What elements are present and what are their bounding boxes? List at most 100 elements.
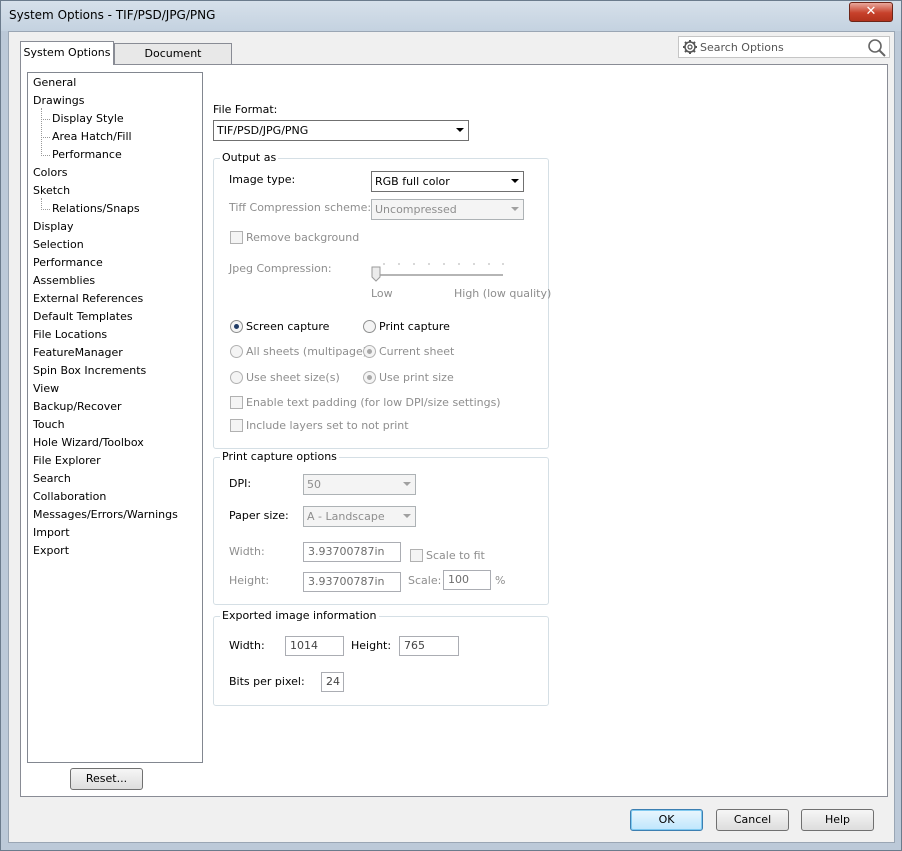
title-bar[interactable]: System Options - TIF/PSD/JPG/PNG ✕ [1,1,901,31]
bits-per-pixel-label: Bits per pixel: [229,675,305,688]
output-as-title: Output as [220,151,279,165]
tree-item-performance[interactable]: Performance [33,255,103,271]
export-width-field: 1014 [285,636,344,656]
exported-info-title: Exported image information [220,609,379,623]
tab-system-options[interactable]: System Options [20,41,114,65]
print-capture-radio[interactable] [363,320,376,333]
current-sheet-radio[interactable] [363,345,376,358]
chevron-down-icon [403,514,411,518]
tree-item-assemblies[interactable]: Assemblies [33,273,95,289]
chevron-down-icon [456,128,464,132]
search-input[interactable]: Search Options [700,41,784,54]
percent-label: % [495,574,506,587]
paper-size-value: A - Landscape [307,510,385,523]
include-layers-checkbox[interactable] [230,419,243,432]
text-padding-label: Enable text padding (for low DPI/size se… [246,396,501,409]
tree-item-import[interactable]: Import [33,525,70,541]
image-type-label: Image type: [229,173,296,186]
jpeg-high-label: High (low quality) [454,287,552,300]
text-padding-checkbox[interactable] [230,396,243,409]
remove-background-label: Remove background [246,231,360,244]
scale-to-fit-checkbox[interactable] [410,549,423,562]
scale-label: Scale: [408,574,442,587]
options-tree[interactable]: General Drawings Display Style Area Hatc… [27,72,203,763]
scale-field[interactable]: 100 [443,570,491,590]
include-layers-label: Include layers set to not print [246,419,409,432]
chevron-down-icon [511,207,519,211]
use-sheet-size-label: Use sheet size(s) [246,371,340,384]
print-height-field[interactable]: 3.93700787in [303,572,401,592]
close-button[interactable]: ✕ [849,2,893,22]
tree-item-selection[interactable]: Selection [33,237,84,253]
chevron-down-icon [403,482,411,486]
tree-item-collaboration[interactable]: Collaboration [33,489,106,505]
tree-item-search[interactable]: Search [33,471,71,487]
use-print-size-radio[interactable] [363,371,376,384]
tree-item-external-references[interactable]: External References [33,291,143,307]
tree-item-display-style[interactable]: Display Style [52,111,124,127]
file-format-select[interactable]: TIF/PSD/JPG/PNG [213,120,469,141]
tree-item-general[interactable]: General [33,75,76,91]
export-height-field: 765 [399,636,459,656]
dialog-client: System Options Document Properties Searc… [8,31,895,843]
tree-item-drawings-performance[interactable]: Performance [52,147,122,163]
tree-item-relations-snaps[interactable]: Relations/Snaps [52,201,140,217]
print-capture-label: Print capture [379,320,450,333]
jpeg-compression-slider[interactable] [369,255,509,283]
tree-item-sketch[interactable]: Sketch [33,183,70,199]
screen-capture-radio[interactable] [230,320,243,333]
file-format-value: TIF/PSD/JPG/PNG [217,124,309,137]
use-sheet-size-radio[interactable] [230,371,243,384]
all-sheets-radio[interactable] [230,345,243,358]
search-options-box[interactable]: Search Options [678,36,890,58]
tree-line [41,108,42,156]
tiff-compression-value: Uncompressed [375,203,457,216]
tree-item-default-templates[interactable]: Default Templates [33,309,133,325]
exported-info-group: Exported image information [213,609,549,706]
search-icon[interactable] [867,38,887,58]
remove-background-checkbox[interactable] [230,231,243,244]
print-capture-title: Print capture options [220,450,339,464]
help-button[interactable]: Help [801,809,874,831]
dpi-select[interactable]: 50 [303,474,416,495]
dpi-label: DPI: [229,477,252,490]
all-sheets-label: All sheets (multipage) [246,345,368,358]
tree-item-drawings[interactable]: Drawings [33,93,84,109]
tree-item-spin-box-increments[interactable]: Spin Box Increments [33,363,146,379]
tree-line [41,119,50,120]
reset-button[interactable]: Reset... [70,768,143,790]
tree-item-featuremanager[interactable]: FeatureManager [33,345,123,361]
tiff-compression-select[interactable]: Uncompressed [371,199,524,220]
image-type-value: RGB full color [375,175,450,188]
current-sheet-label: Current sheet [379,345,455,358]
tree-item-hole-wizard-toolbox[interactable]: Hole Wizard/Toolbox [33,435,144,451]
chevron-down-icon [511,179,519,183]
tree-item-display[interactable]: Display [33,219,74,235]
print-width-field[interactable]: 3.93700787in [303,542,401,562]
tree-item-backup-recover[interactable]: Backup/Recover [33,399,122,415]
jpeg-compression-label: Jpeg Compression: [229,262,332,275]
tiff-compression-label: Tiff Compression scheme: [229,201,372,214]
ok-button[interactable]: OK [630,809,703,831]
screen-capture-label: Screen capture [246,320,330,333]
export-width-label: Width: [229,639,265,652]
tree-item-view[interactable]: View [33,381,59,397]
tree-item-colors[interactable]: Colors [33,165,67,181]
tree-item-file-explorer[interactable]: File Explorer [33,453,101,469]
cancel-button[interactable]: Cancel [716,809,789,831]
tree-item-messages-errors-warnings[interactable]: Messages/Errors/Warnings [33,507,178,523]
tab-document-properties[interactable]: Document Properties [114,43,232,80]
print-height-label: Height: [229,574,270,587]
tree-item-export[interactable]: Export [33,543,69,559]
tree-item-area-hatch-fill[interactable]: Area Hatch/Fill [52,129,132,145]
jpeg-low-label: Low [371,287,393,300]
tree-item-file-locations[interactable]: File Locations [33,327,107,343]
image-type-select[interactable]: RGB full color [371,171,524,192]
export-height-label: Height: [351,639,392,652]
options-dialog: System Options - TIF/PSD/JPG/PNG ✕ Syste… [0,0,902,851]
tree-line [41,209,50,210]
gear-icon[interactable] [682,39,698,55]
tree-line [41,155,50,156]
tree-item-touch[interactable]: Touch [33,417,65,433]
paper-size-select[interactable]: A - Landscape [303,506,416,527]
